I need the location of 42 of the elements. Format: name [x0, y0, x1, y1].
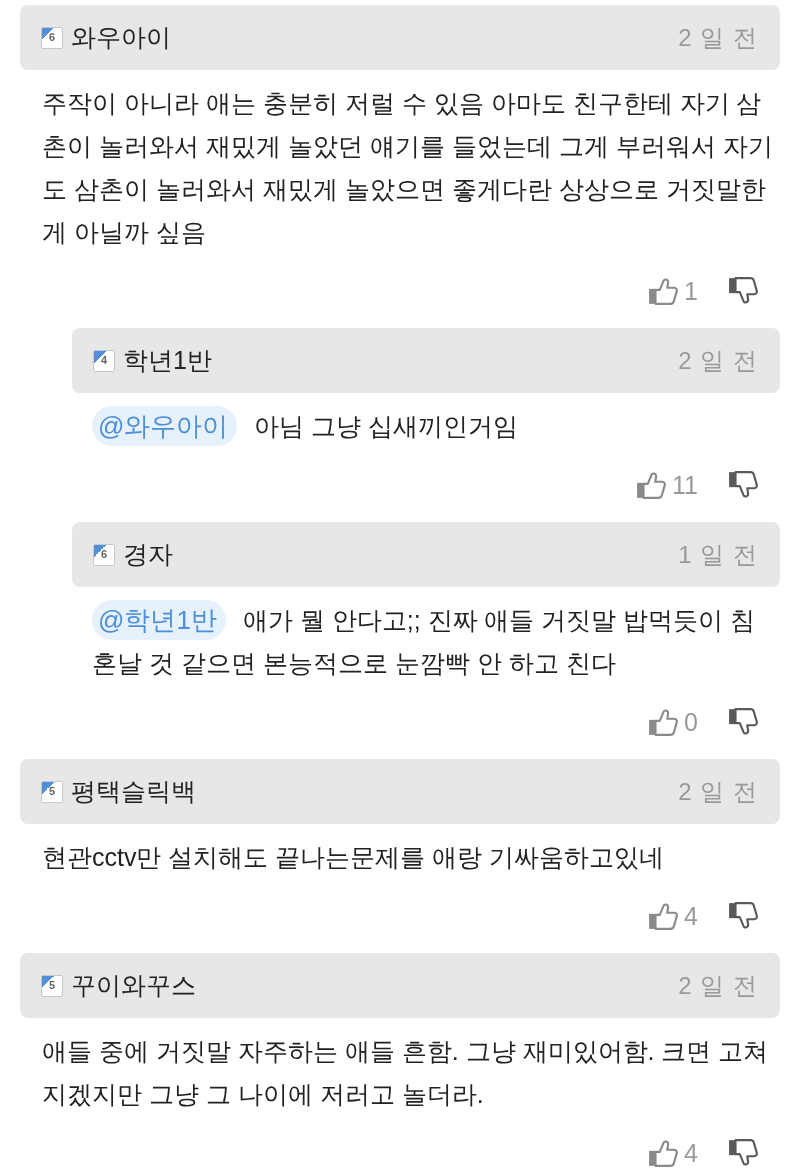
mention-link[interactable]: @와우아이 [92, 406, 238, 446]
thumbs-down-icon [728, 1139, 758, 1167]
comment-text: @와우아이 아님 그냥 십새끼인거임 [72, 405, 780, 448]
comment-text: 현관cctv만 설치해도 끝나는문제를 애랑 기싸움하고있네 [41, 842, 666, 873]
rank-badge: 4 [93, 349, 115, 372]
thumbs-down-icon [728, 708, 758, 736]
thumbs-up-icon [648, 708, 679, 736]
author-name: 와우아이 [71, 22, 171, 53]
timestamp: 2 일 전 [678, 776, 758, 807]
mention-link[interactable]: @학년1반 [92, 600, 226, 640]
rank-badge: 5 [41, 974, 63, 997]
comment-text: 주작이 아니라 애는 충분히 저럴 수 있음 아마도 친구한테 자기 삼촌이 놀러와서 재밌게 놀았던 얘기를 들었는데 그게 부러워서 자기도 삼촌이 놀러와서 재밌게 놀았으면 좋게다란 상상으로 거짓말한 게 아닐까 싶음 [41, 88, 774, 248]
like-button[interactable]: 1 [648, 276, 698, 306]
timestamp: 2 일 전 [678, 345, 758, 376]
author-name: 경자 [123, 539, 173, 570]
thumbs-up-icon [648, 1139, 679, 1167]
author-name: 학년1반 [123, 345, 212, 376]
comment-text: 애들 중에 거짓말 자주하는 애들 흔함. 그냥 재미있어함. 크면 고쳐지겠지만 그냥 그 나이에 저러고 놀더라. [41, 1036, 770, 1110]
rank-badge: 6 [93, 543, 115, 566]
dislike-button[interactable] [728, 1139, 758, 1167]
like-button[interactable]: 11 [636, 470, 698, 500]
dislike-button[interactable] [728, 708, 758, 736]
author-name: 평택슬릭백 [71, 776, 196, 807]
author-name: 꾸이와꾸스 [71, 970, 196, 1001]
thumbs-up-icon [648, 277, 679, 305]
timestamp: 2 일 전 [678, 22, 758, 53]
like-button[interactable]: 0 [648, 707, 698, 737]
thumbs-up-icon [636, 471, 667, 499]
timestamp: 2 일 전 [678, 970, 758, 1001]
like-button[interactable]: 4 [648, 1138, 698, 1168]
dislike-button[interactable] [728, 277, 758, 305]
thumbs-down-icon [728, 277, 758, 305]
dislike-button[interactable] [728, 902, 758, 930]
comment-text: @학년1반 애가 뭘 안다고;; 진짜 애들 거짓말 밥먹듯이 침혼날 것 같으면 본능적으로 눈깜빡 안 하고 친다 [72, 599, 780, 685]
rank-badge: 6 [41, 26, 63, 49]
thumbs-up-icon [648, 902, 679, 930]
like-button[interactable]: 4 [648, 901, 698, 931]
timestamp: 1 일 전 [678, 539, 758, 570]
thumbs-down-icon [728, 902, 758, 930]
thumbs-down-icon [728, 471, 758, 499]
dislike-button[interactable] [728, 471, 758, 499]
rank-badge: 5 [41, 780, 63, 803]
